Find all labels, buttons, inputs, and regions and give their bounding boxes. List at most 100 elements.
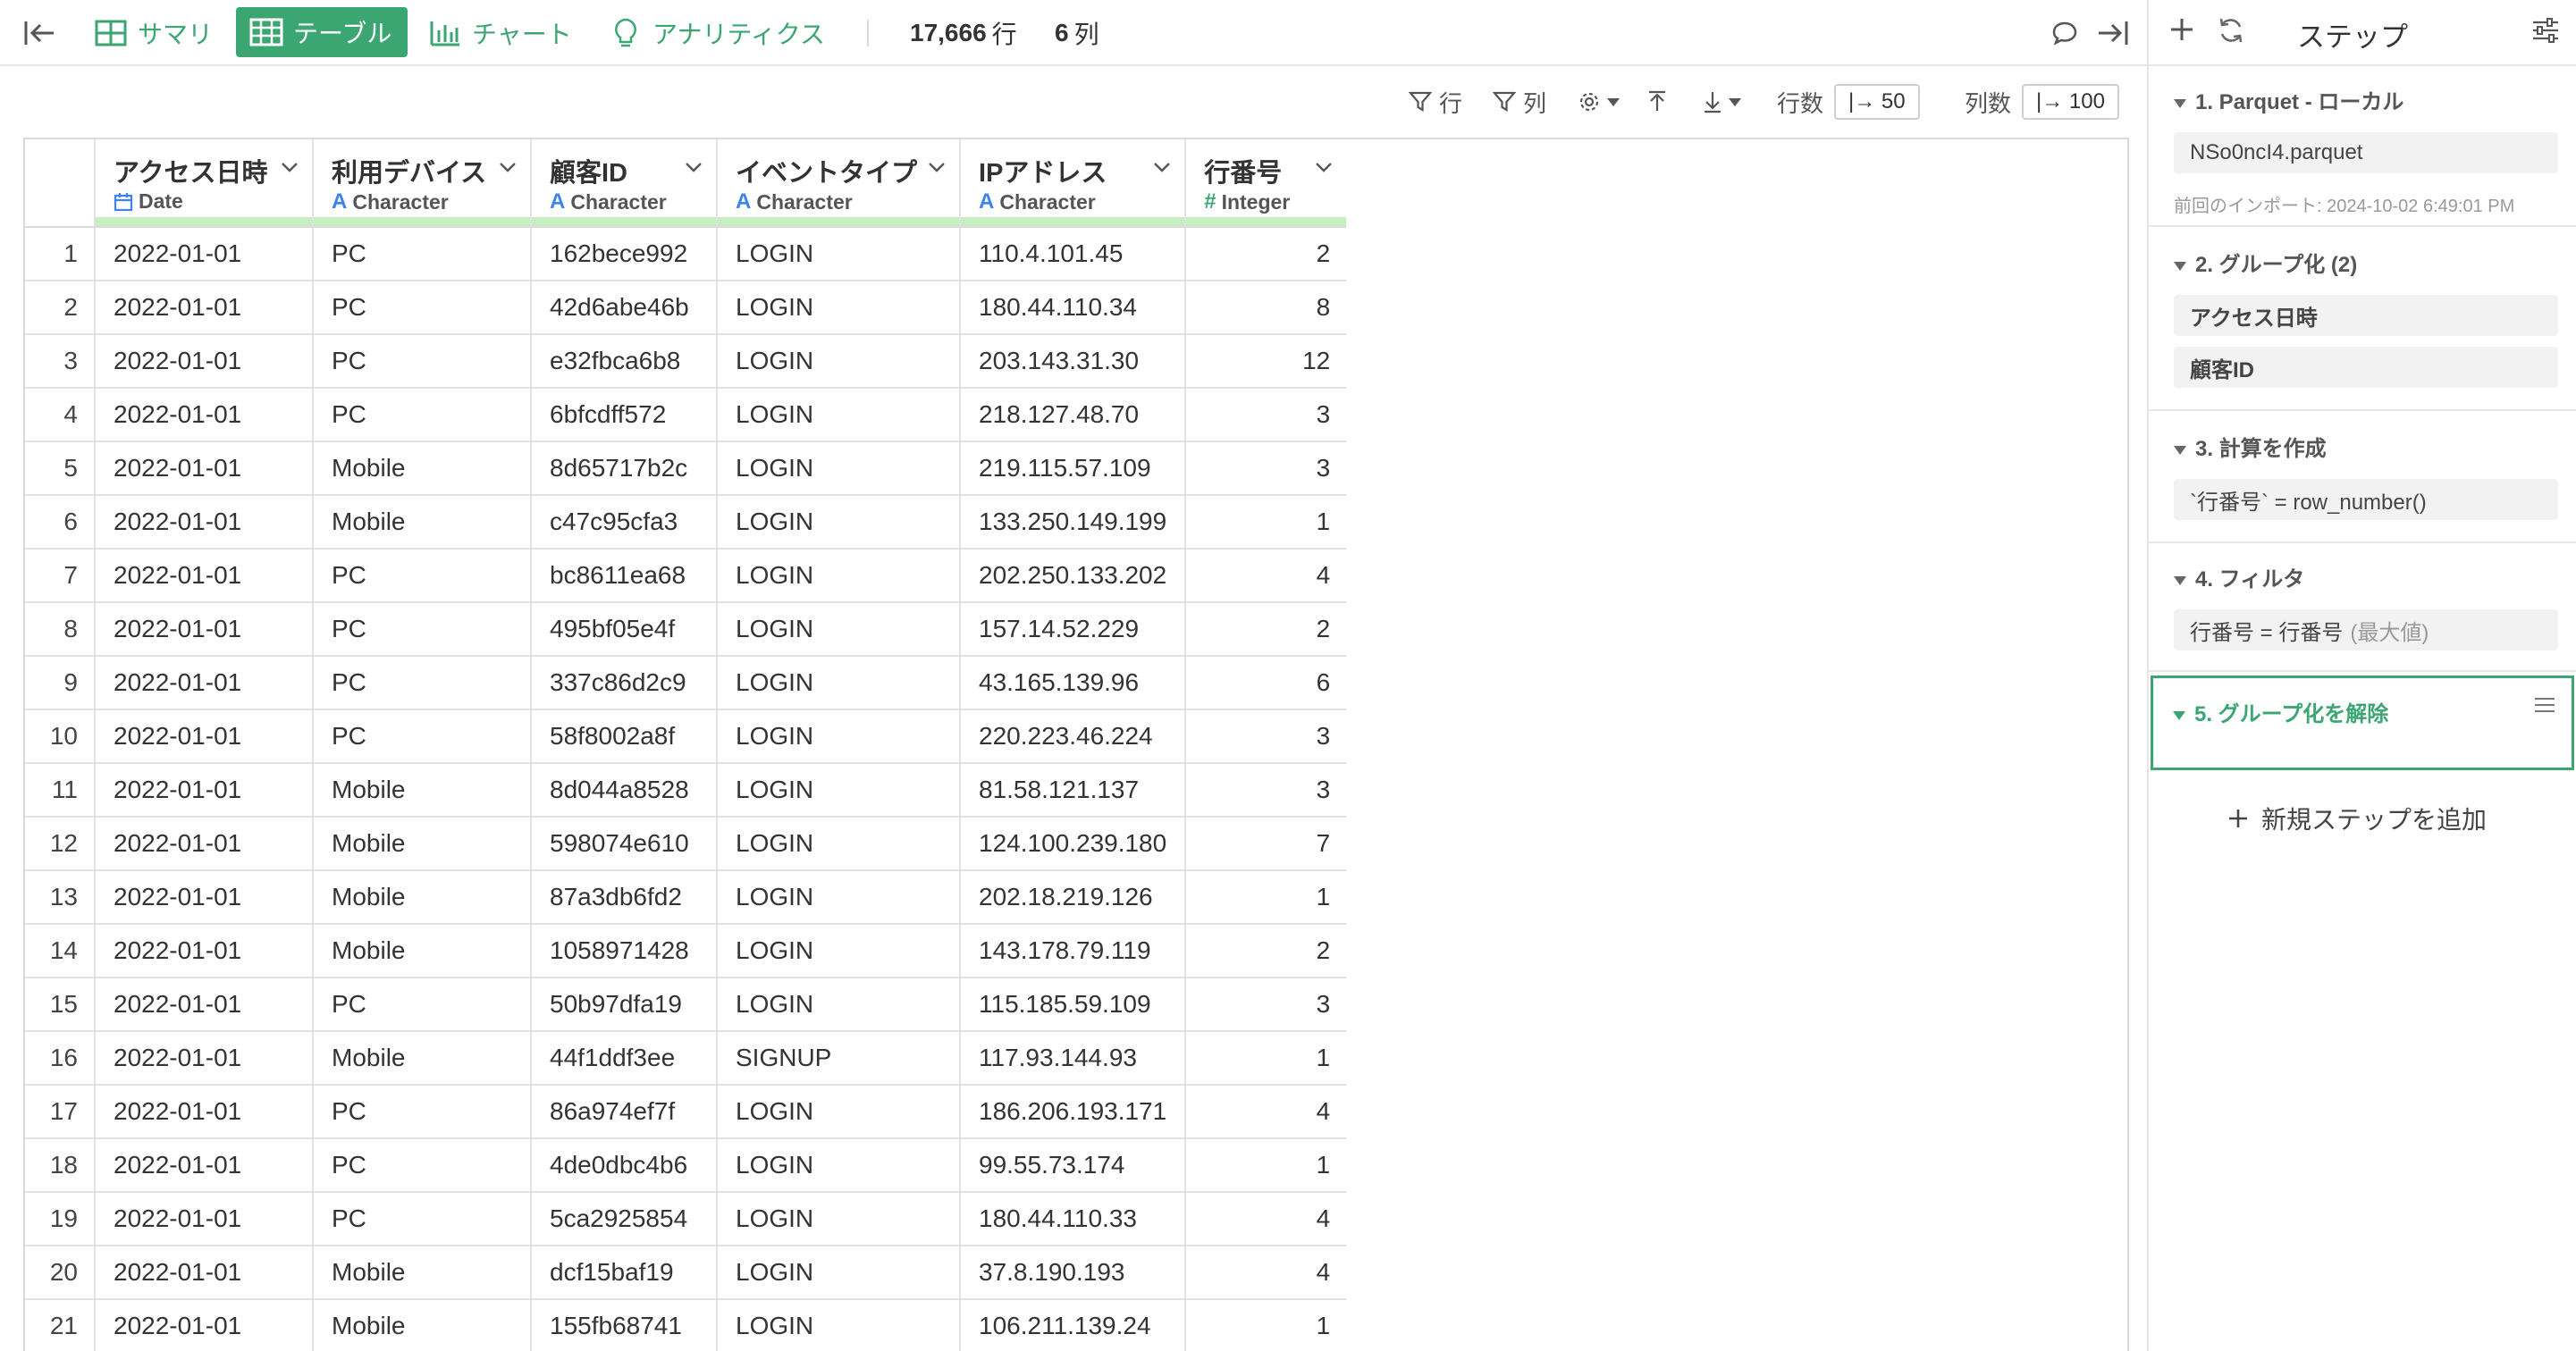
table-cell[interactable]: 2022-01-01	[95, 1299, 314, 1351]
table-cell[interactable]: 2022-01-01	[95, 1246, 314, 1300]
table-cell[interactable]: 219.115.57.109	[960, 441, 1187, 496]
table-cell[interactable]: 50b97dfa19	[531, 978, 718, 1032]
table-cell[interactable]: 220.223.46.224	[960, 709, 1187, 764]
table-cell[interactable]: 42d6abe46b	[531, 281, 718, 335]
table-cell[interactable]: 3	[1185, 709, 1347, 764]
table-cell[interactable]: 495bf05e4f	[531, 602, 718, 657]
row-number[interactable]: 21	[25, 1299, 96, 1351]
table-cell[interactable]: LOGIN	[717, 1085, 961, 1139]
chevron-down-icon[interactable]	[280, 157, 299, 177]
table-cell[interactable]: 2022-01-01	[95, 709, 314, 764]
rows-limit-input[interactable]: |→ 50	[1834, 84, 1920, 120]
row-number[interactable]: 12	[25, 817, 96, 871]
table-cell[interactable]: 2022-01-01	[95, 441, 314, 496]
table-cell[interactable]: LOGIN	[717, 441, 961, 496]
table-cell[interactable]: 202.250.133.202	[960, 549, 1187, 603]
table-cell[interactable]: 115.185.59.109	[960, 978, 1187, 1032]
table-cell[interactable]: 1	[1185, 1299, 1347, 1351]
table-cell[interactable]: Mobile	[313, 1299, 532, 1351]
table-cell[interactable]: 2022-01-01	[95, 281, 314, 335]
table-cell[interactable]: Mobile	[313, 870, 532, 925]
row-number[interactable]: 6	[25, 495, 96, 550]
collapse-right-button[interactable]	[2095, 0, 2131, 66]
table-cell[interactable]: PC	[313, 334, 532, 389]
table-cell[interactable]: 186.206.193.171	[960, 1085, 1187, 1139]
row-number[interactable]: 7	[25, 549, 96, 603]
row-number[interactable]: 3	[25, 334, 96, 389]
tab-table[interactable]: テーブル	[236, 7, 408, 57]
table-cell[interactable]: 4	[1185, 1085, 1347, 1139]
step-ungroup[interactable]: 5. グループ化を解除	[2151, 676, 2574, 770]
table-cell[interactable]: 1	[1185, 1138, 1347, 1193]
column-header[interactable]: 行番号 # Integer	[1185, 139, 1347, 228]
chevron-down-icon[interactable]	[1314, 157, 1334, 177]
table-cell[interactable]: 8d65717b2c	[531, 441, 718, 496]
column-header[interactable]: 顧客ID A Character	[531, 139, 718, 228]
table-cell[interactable]: 5ca2925854	[531, 1192, 718, 1246]
table-cell[interactable]: 2022-01-01	[95, 495, 314, 550]
table-cell[interactable]: LOGIN	[717, 870, 961, 925]
table-cell[interactable]: LOGIN	[717, 549, 961, 603]
column-header[interactable]: 利用デバイス A Character	[313, 139, 532, 228]
table-cell[interactable]: 2022-01-01	[95, 870, 314, 925]
table-cell[interactable]: 2	[1185, 602, 1347, 657]
step-settings-button[interactable]	[2531, 18, 2560, 47]
table-cell[interactable]: PC	[313, 281, 532, 335]
table-cell[interactable]: PC	[313, 656, 532, 710]
table-cell[interactable]: 8d044a8528	[531, 763, 718, 818]
table-cell[interactable]: PC	[313, 1192, 532, 1246]
table-cell[interactable]: 2022-01-01	[95, 334, 314, 389]
row-number[interactable]: 15	[25, 978, 96, 1032]
table-cell[interactable]: 106.211.139.24	[960, 1299, 1187, 1351]
table-cell[interactable]: 143.178.79.119	[960, 924, 1187, 978]
table-cell[interactable]: PC	[313, 709, 532, 764]
table-cell[interactable]: 1	[1185, 495, 1347, 550]
table-cell[interactable]: PC	[313, 388, 532, 442]
chevron-down-icon[interactable]	[1152, 157, 1172, 177]
table-cell[interactable]: 4	[1185, 1246, 1347, 1300]
table-cell[interactable]: Mobile	[313, 495, 532, 550]
table-cell[interactable]: LOGIN	[717, 1246, 961, 1300]
chevron-down-icon[interactable]	[684, 157, 703, 177]
table-cell[interactable]: 6	[1185, 656, 1347, 710]
table-cell[interactable]: 2022-01-01	[95, 1031, 314, 1086]
table-cell[interactable]: LOGIN	[717, 602, 961, 657]
table-cell[interactable]: 4de0dbc4b6	[531, 1138, 718, 1193]
table-cell[interactable]: PC	[313, 1085, 532, 1139]
table-cell[interactable]: 3	[1185, 388, 1347, 442]
table-cell[interactable]: LOGIN	[717, 656, 961, 710]
table-cell[interactable]: PC	[313, 602, 532, 657]
table-cell[interactable]: 157.14.52.229	[960, 602, 1187, 657]
table-cell[interactable]: 2022-01-01	[95, 817, 314, 871]
row-number[interactable]: 16	[25, 1031, 96, 1086]
download-menu-button[interactable]	[1702, 84, 1741, 120]
tab-summary[interactable]: サマリ	[93, 0, 213, 66]
row-number[interactable]: 1	[25, 227, 96, 281]
row-number[interactable]: 10	[25, 709, 96, 764]
comment-button[interactable]	[2047, 0, 2083, 66]
step-group-by[interactable]: 2. グループ化 (2) アクセス日時 顧客ID	[2149, 229, 2576, 411]
step-menu-button[interactable]	[2534, 696, 2555, 718]
table-cell[interactable]: 110.4.101.45	[960, 227, 1187, 281]
refresh-button[interactable]	[2217, 16, 2245, 49]
table-cell[interactable]: 7	[1185, 817, 1347, 871]
table-cell[interactable]: 1058971428	[531, 924, 718, 978]
table-cell[interactable]: 2022-01-01	[95, 924, 314, 978]
table-cell[interactable]: 4	[1185, 549, 1347, 603]
table-cell[interactable]: LOGIN	[717, 388, 961, 442]
row-number[interactable]: 18	[25, 1138, 96, 1193]
column-header[interactable]: IPアドレス A Character	[960, 139, 1187, 228]
column-filter-button[interactable]: 列	[1493, 84, 1546, 120]
table-cell[interactable]: LOGIN	[717, 1138, 961, 1193]
collapse-left-button[interactable]	[21, 0, 57, 66]
table-cell[interactable]: PC	[313, 549, 532, 603]
table-cell[interactable]: 2022-01-01	[95, 549, 314, 603]
table-cell[interactable]: 3	[1185, 763, 1347, 818]
add-new-step-button[interactable]: 新規ステップを追加	[2227, 801, 2487, 836]
row-number[interactable]: 19	[25, 1192, 96, 1246]
table-cell[interactable]: 86a974ef7f	[531, 1085, 718, 1139]
table-cell[interactable]: 3	[1185, 978, 1347, 1032]
table-cell[interactable]: 1	[1185, 1031, 1347, 1086]
row-number[interactable]: 14	[25, 924, 96, 978]
table-cell[interactable]: 124.100.239.180	[960, 817, 1187, 871]
